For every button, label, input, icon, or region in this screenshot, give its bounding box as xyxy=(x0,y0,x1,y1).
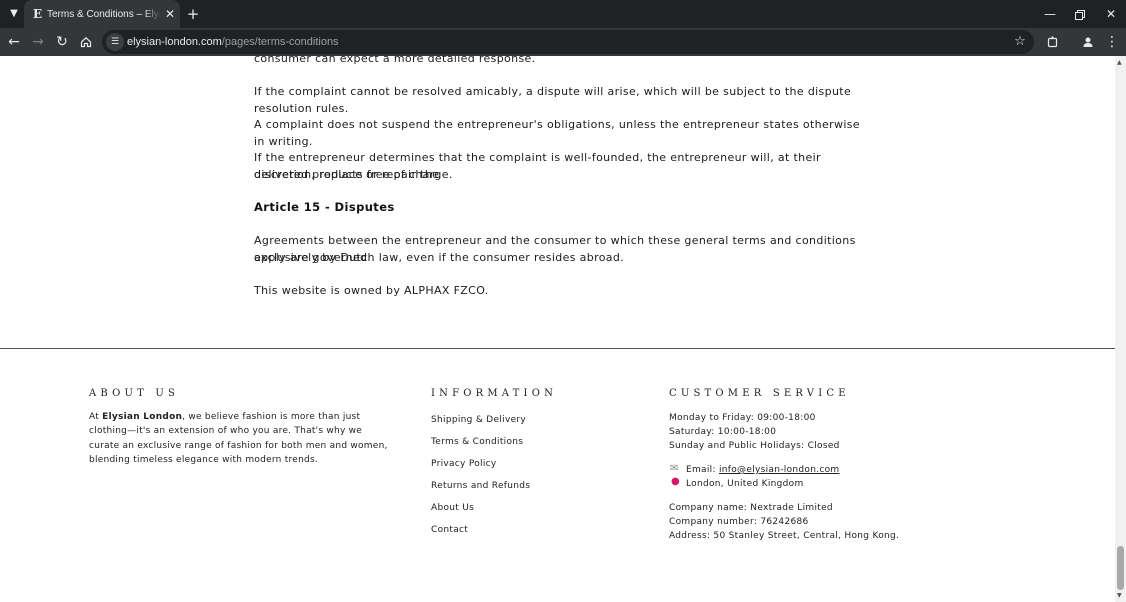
bookmark-star-icon[interactable]: ☆ xyxy=(1011,33,1029,51)
url-host: elysian-london.com xyxy=(127,36,222,48)
browser-tab-active[interactable]: E Terms & Conditions – Elysian London ✕ xyxy=(24,0,180,28)
minimize-icon[interactable]: — xyxy=(1035,0,1065,28)
forward-arrow-icon[interactable]: → xyxy=(28,32,48,52)
address-bar[interactable]: ☰ elysian-london.com/pages/terms-conditi… xyxy=(102,30,1034,54)
article-heading: Article 15 - Disputes xyxy=(254,200,395,214)
article-paragraph: If the complaint cannot be resolved amic… xyxy=(254,85,852,115)
email-label: Email: xyxy=(686,465,719,475)
about-us-text: At Elysian London, we believe fashion is… xyxy=(89,410,389,467)
page-viewport: consumer can expect a more detailed resp… xyxy=(0,56,1115,602)
tab-close-icon[interactable]: ✕ xyxy=(162,6,178,22)
footer-divider xyxy=(0,348,1115,349)
company-address: Address: 50 Stanley Street, Central, Hon… xyxy=(669,531,900,541)
close-window-icon[interactable]: ✕ xyxy=(1096,0,1126,28)
url-path: /pages/terms-conditions xyxy=(221,36,339,48)
location-pin-icon: ● xyxy=(671,476,680,487)
information-heading: INFORMATION xyxy=(431,388,558,399)
browser-menu-kebab-icon[interactable]: ⋮ xyxy=(1102,32,1122,52)
footer-link-contact[interactable]: Contact xyxy=(431,524,468,536)
tab-title: Terms & Conditions – Elysian London xyxy=(47,9,161,20)
reload-icon[interactable]: ↻ xyxy=(52,32,72,52)
home-icon[interactable] xyxy=(76,32,96,52)
customer-service-heading: CUSTOMER SERVICE xyxy=(669,388,850,399)
footer-link-shipping-delivery[interactable]: Shipping & Delivery xyxy=(431,414,526,426)
footer-link-terms-conditions[interactable]: Terms & Conditions xyxy=(431,436,523,448)
extensions-puzzle-icon[interactable] xyxy=(1043,32,1063,52)
profile-avatar-icon[interactable] xyxy=(1078,32,1098,52)
hours-saturday: Saturday: 10:00-18:00 xyxy=(669,427,777,437)
scrollbar-thumb[interactable] xyxy=(1117,546,1124,590)
site-favicon-icon: E xyxy=(33,7,43,21)
back-arrow-icon[interactable]: ← xyxy=(4,32,24,52)
footer-link-returns-refunds[interactable]: Returns and Refunds xyxy=(431,480,530,492)
url-text[interactable]: elysian-london.com/pages/terms-condition… xyxy=(127,35,339,49)
article-paragraph: A complaint does not suspend the entrepr… xyxy=(254,118,860,148)
article-cutoff-line: consumer can expect a more detailed resp… xyxy=(254,56,536,65)
email-line: Email: info@elysian-london.com xyxy=(686,464,840,476)
footer-link-privacy-policy[interactable]: Privacy Policy xyxy=(431,458,497,470)
site-info-tune-icon[interactable]: ☰ xyxy=(106,33,124,51)
scroll-down-arrow-icon[interactable]: ▼ xyxy=(1117,592,1122,599)
new-tab-plus-icon[interactable]: + xyxy=(183,4,203,24)
browser-toolbar: ← → ↻ ☰ elysian-london.com/pages/terms-c… xyxy=(0,28,1126,56)
company-number: Company number: 76242686 xyxy=(669,517,809,527)
company-name: Company name: Nextrade Limited xyxy=(669,503,833,513)
scroll-up-arrow-icon[interactable]: ▲ xyxy=(1117,59,1122,66)
location-text: London, United Kingdom xyxy=(686,479,804,489)
site-owner-notice: This website is owned by ALPHAX FZCO. xyxy=(254,284,489,297)
restore-window-icon[interactable] xyxy=(1065,0,1095,28)
about-us-heading: ABOUT US xyxy=(89,388,180,399)
email-link[interactable]: info@elysian-london.com xyxy=(719,465,840,475)
footer-link-about-us[interactable]: About Us xyxy=(431,502,474,514)
browser-tab-bar: ▼ E Terms & Conditions – Elysian London … xyxy=(0,0,1126,28)
hours-sunday: Sunday and Public Holidays: Closed xyxy=(669,441,840,451)
page-scrollbar[interactable]: ▲ ▼ xyxy=(1115,56,1126,602)
about-prefix: At xyxy=(89,412,103,422)
envelope-icon: ✉ xyxy=(670,463,679,474)
tab-search-chevron-icon[interactable]: ▼ xyxy=(4,4,24,24)
hours-weekdays: Monday to Friday: 09:00-18:00 xyxy=(669,413,816,423)
article-paragraph-line: delivered products free of charge. xyxy=(254,168,453,181)
about-brand-name: Elysian London xyxy=(102,412,183,422)
article-paragraph-line: exclusively by Dutch law, even if the co… xyxy=(254,251,625,264)
